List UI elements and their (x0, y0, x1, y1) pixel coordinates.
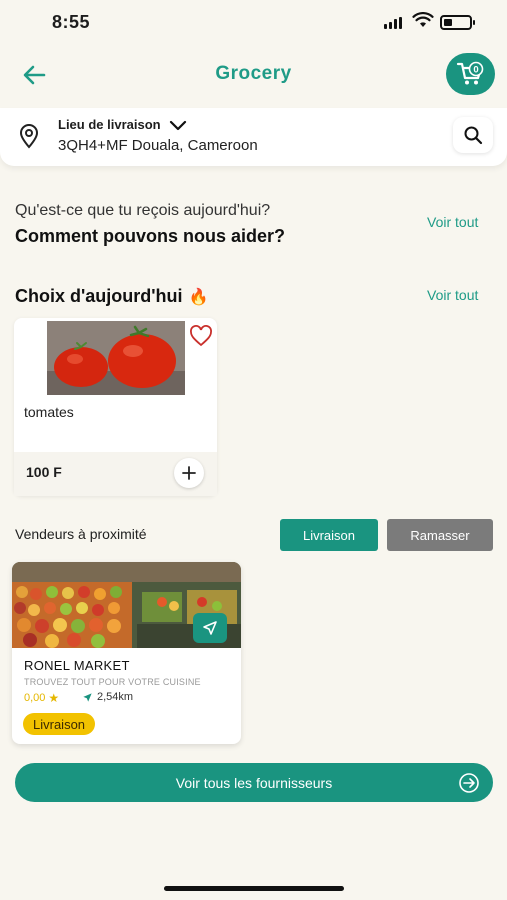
question-subtitle: Qu'est-ce que tu reçois aujourd'hui? (15, 202, 271, 219)
navigate-button[interactable] (193, 613, 227, 643)
question-title: Comment pouvons nous aider? (15, 226, 286, 246)
favorite-heart-icon[interactable] (189, 325, 213, 347)
vendor-rating: 0,00 ★ (24, 691, 59, 705)
todays-choice-label: Choix d'aujourd'hui (15, 286, 183, 306)
nearby-vendors-title: Vendeurs à proximité (15, 526, 147, 542)
search-button[interactable] (453, 117, 493, 153)
fire-icon: 🔥 (188, 288, 209, 306)
see-all-suppliers-button[interactable]: Voir tous les fournisseurs (15, 763, 493, 802)
location-label: Lieu de livraison (58, 117, 161, 132)
location-selector[interactable]: Lieu de livraison (58, 117, 187, 132)
distance-arrow-icon (83, 692, 92, 702)
add-to-cart-button[interactable] (174, 458, 204, 488)
product-name: tomates (24, 404, 74, 420)
cart-count: 0 (473, 65, 478, 76)
wifi-icon (412, 12, 434, 27)
vendor-distance: 2,54km (82, 691, 133, 703)
filter-pickup-button[interactable]: Ramasser (387, 519, 493, 551)
star-icon: ★ (48, 691, 60, 705)
delivery-address: 3QH4+MF Douala, Cameroon (58, 137, 258, 154)
vendor-name: RONEL MARKET (24, 658, 130, 673)
home-indicator[interactable] (164, 886, 344, 891)
vendor-rating-value: 0,00 (24, 692, 46, 704)
location-pin-icon (19, 124, 39, 149)
see-all-todays-choice-link[interactable]: Voir tout (427, 287, 478, 303)
chevron-down-icon (169, 120, 186, 130)
status-time: 8:55 (52, 12, 91, 32)
battery-icon (440, 15, 475, 30)
see-all-categories-link[interactable]: Voir tout (427, 214, 478, 230)
cellular-signal-icon (384, 17, 402, 29)
cart-icon: 0 (456, 61, 483, 85)
navigation-arrow-icon (203, 621, 217, 635)
see-all-suppliers-label: Voir tous les fournisseurs (175, 774, 333, 791)
search-icon (464, 126, 483, 145)
tomato-image (47, 321, 185, 395)
cart-button[interactable]: 0 (446, 53, 495, 95)
delivery-badge: Livraison (23, 713, 96, 735)
arrow-right-circle-icon (459, 773, 479, 793)
vendor-distance-value: 2,54km (97, 691, 134, 703)
plus-icon (182, 466, 196, 480)
page-title: Grocery (215, 63, 292, 84)
vendor-tagline: TROUVEZ TOUT POUR VOTRE CUISINE (24, 677, 201, 687)
filter-delivery-button[interactable]: Livraison (280, 519, 378, 551)
todays-choice-title: Choix d'aujourd'hui 🔥 (15, 286, 208, 307)
product-price: 100 F (26, 464, 62, 480)
